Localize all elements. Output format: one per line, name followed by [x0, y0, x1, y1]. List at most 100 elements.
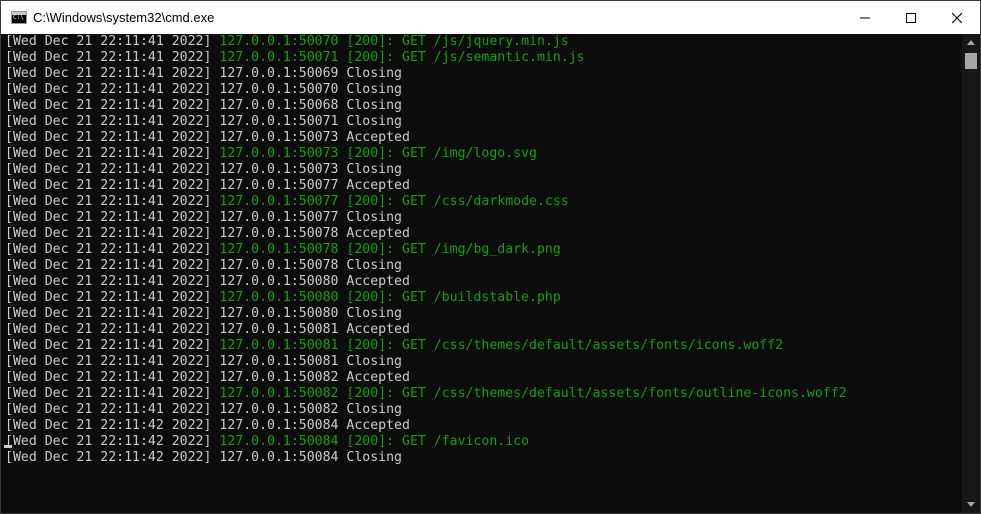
log-timestamp: [Wed Dec 21 22:11:41 2022]	[5, 82, 212, 97]
close-button[interactable]	[934, 1, 980, 34]
log-message: 127.0.0.1:50073 Accepted	[219, 130, 410, 145]
console-line: [Wed Dec 21 22:11:41 2022] 127.0.0.1:500…	[1, 386, 962, 402]
console-line: [Wed Dec 21 22:11:41 2022] 127.0.0.1:500…	[1, 34, 962, 50]
console-line: [Wed Dec 21 22:11:41 2022] 127.0.0.1:500…	[1, 114, 962, 130]
console-line: [Wed Dec 21 22:11:41 2022] 127.0.0.1:500…	[1, 274, 962, 290]
maximize-icon	[906, 12, 916, 23]
log-message: 127.0.0.1:50084 Closing	[219, 450, 403, 465]
window-title: C:\Windows\system32\cmd.exe	[33, 10, 215, 25]
console-line: [Wed Dec 21 22:11:41 2022] 127.0.0.1:500…	[1, 162, 962, 178]
log-timestamp: [Wed Dec 21 22:11:41 2022]	[5, 162, 212, 177]
log-message: 127.0.0.1:50070 Closing	[219, 82, 403, 97]
log-message: 127.0.0.1:50084 [200]: GET /favicon.ico	[219, 434, 530, 449]
log-timestamp: [Wed Dec 21 22:11:41 2022]	[5, 98, 212, 113]
minimize-icon	[860, 17, 870, 18]
scroll-up-arrow-icon	[967, 40, 975, 45]
log-message: 127.0.0.1:50073 Closing	[219, 162, 403, 177]
log-timestamp: [Wed Dec 21 22:11:41 2022]	[5, 306, 212, 321]
console-line: [Wed Dec 21 22:11:42 2022] 127.0.0.1:500…	[1, 450, 962, 466]
log-timestamp: [Wed Dec 21 22:11:41 2022]	[5, 210, 212, 225]
log-timestamp: [Wed Dec 21 22:11:41 2022]	[5, 130, 212, 145]
console-line: [Wed Dec 21 22:11:41 2022] 127.0.0.1:500…	[1, 322, 962, 338]
log-message: 127.0.0.1:50080 Closing	[219, 306, 403, 321]
console-line: [Wed Dec 21 22:11:41 2022] 127.0.0.1:500…	[1, 178, 962, 194]
log-timestamp: [Wed Dec 21 22:11:41 2022]	[5, 226, 212, 241]
log-timestamp: [Wed Dec 21 22:11:41 2022]	[5, 370, 212, 385]
log-timestamp: [Wed Dec 21 22:11:41 2022]	[5, 386, 212, 401]
log-message: 127.0.0.1:50077 Accepted	[219, 178, 410, 193]
log-message: 127.0.0.1:50081 [200]: GET /css/themes/d…	[219, 338, 784, 353]
console-line: [Wed Dec 21 22:11:41 2022] 127.0.0.1:500…	[1, 258, 962, 274]
log-timestamp: [Wed Dec 21 22:11:41 2022]	[5, 66, 212, 81]
log-timestamp: [Wed Dec 21 22:11:41 2022]	[5, 50, 212, 65]
title-bar[interactable]: C:\Windows\system32\cmd.exe	[1, 1, 980, 34]
log-message: 127.0.0.1:50081 Closing	[219, 354, 403, 369]
console-line: [Wed Dec 21 22:11:41 2022] 127.0.0.1:500…	[1, 226, 962, 242]
scroll-up-button[interactable]	[962, 34, 980, 51]
log-message: 127.0.0.1:50082 [200]: GET /css/themes/d…	[219, 386, 847, 401]
vertical-scrollbar[interactable]	[962, 34, 980, 513]
console-line: [Wed Dec 21 22:11:42 2022] 127.0.0.1:500…	[1, 434, 962, 450]
log-message: 127.0.0.1:50077 [200]: GET /css/darkmode…	[219, 194, 569, 209]
console-line: [Wed Dec 21 22:11:41 2022] 127.0.0.1:500…	[1, 242, 962, 258]
log-timestamp: [Wed Dec 21 22:11:41 2022]	[5, 34, 212, 49]
log-timestamp: [Wed Dec 21 22:11:41 2022]	[5, 402, 212, 417]
console-line: [Wed Dec 21 22:11:41 2022] 127.0.0.1:500…	[1, 338, 962, 354]
log-timestamp: [Wed Dec 21 22:11:41 2022]	[5, 146, 212, 161]
console-line: [Wed Dec 21 22:11:41 2022] 127.0.0.1:500…	[1, 82, 962, 98]
console-line: [Wed Dec 21 22:11:41 2022] 127.0.0.1:500…	[1, 210, 962, 226]
scroll-down-arrow-icon	[967, 502, 975, 507]
log-message: 127.0.0.1:50080 Accepted	[219, 274, 410, 289]
cmd-window: C:\Windows\system32\cmd.exe [Wed Dec 21 …	[0, 0, 981, 514]
scroll-down-button[interactable]	[962, 496, 980, 513]
log-message: 127.0.0.1:50078 Accepted	[219, 226, 410, 241]
console-line: [Wed Dec 21 22:11:41 2022] 127.0.0.1:500…	[1, 50, 962, 66]
log-timestamp: [Wed Dec 21 22:11:41 2022]	[5, 274, 212, 289]
log-timestamp: [Wed Dec 21 22:11:41 2022]	[5, 178, 212, 193]
log-timestamp: [Wed Dec 21 22:11:41 2022]	[5, 194, 212, 209]
scrollbar-thumb[interactable]	[965, 53, 977, 69]
console-line: [Wed Dec 21 22:11:41 2022] 127.0.0.1:500…	[1, 402, 962, 418]
log-timestamp: [Wed Dec 21 22:11:41 2022]	[5, 114, 212, 129]
console-line: [Wed Dec 21 22:11:42 2022] 127.0.0.1:500…	[1, 418, 962, 434]
window-controls	[842, 1, 980, 34]
minimize-button[interactable]	[842, 1, 888, 34]
log-message: 127.0.0.1:50068 Closing	[219, 98, 403, 113]
log-message: 127.0.0.1:50071 [200]: GET /js/semantic.…	[219, 50, 585, 65]
cmd-app-icon[interactable]	[11, 11, 27, 24]
log-timestamp: [Wed Dec 21 22:11:41 2022]	[5, 322, 212, 337]
console-line: [Wed Dec 21 22:11:41 2022] 127.0.0.1:500…	[1, 306, 962, 322]
text-cursor	[4, 445, 12, 448]
log-timestamp: [Wed Dec 21 22:11:42 2022]	[5, 434, 212, 449]
log-timestamp: [Wed Dec 21 22:11:42 2022]	[5, 450, 212, 465]
console-line: [Wed Dec 21 22:11:41 2022] 127.0.0.1:500…	[1, 98, 962, 114]
log-message: 127.0.0.1:50081 Accepted	[219, 322, 410, 337]
log-message: 127.0.0.1:50078 [200]: GET /img/bg_dark.…	[219, 242, 561, 257]
console-line: [Wed Dec 21 22:11:41 2022] 127.0.0.1:500…	[1, 130, 962, 146]
log-message: 127.0.0.1:50070 [200]: GET /js/jquery.mi…	[219, 34, 569, 49]
log-timestamp: [Wed Dec 21 22:11:42 2022]	[5, 418, 212, 433]
console-output[interactable]: [Wed Dec 21 22:11:41 2022] 127.0.0.1:500…	[1, 34, 962, 513]
log-message: 127.0.0.1:50077 Closing	[219, 210, 403, 225]
log-timestamp: [Wed Dec 21 22:11:41 2022]	[5, 290, 212, 305]
log-timestamp: [Wed Dec 21 22:11:41 2022]	[5, 338, 212, 353]
close-icon	[952, 12, 962, 23]
console-line: [Wed Dec 21 22:11:41 2022] 127.0.0.1:500…	[1, 290, 962, 306]
console-line: [Wed Dec 21 22:11:41 2022] 127.0.0.1:500…	[1, 194, 962, 210]
log-timestamp: [Wed Dec 21 22:11:41 2022]	[5, 258, 212, 273]
log-timestamp: [Wed Dec 21 22:11:41 2022]	[5, 242, 212, 257]
log-timestamp: [Wed Dec 21 22:11:41 2022]	[5, 354, 212, 369]
log-message: 127.0.0.1:50082 Closing	[219, 402, 403, 417]
log-message: 127.0.0.1:50073 [200]: GET /img/logo.svg	[219, 146, 537, 161]
console-line: [Wed Dec 21 22:11:41 2022] 127.0.0.1:500…	[1, 354, 962, 370]
log-message: 127.0.0.1:50080 [200]: GET /buildstable.…	[219, 290, 561, 305]
log-message: 127.0.0.1:50084 Accepted	[219, 418, 410, 433]
console-line: [Wed Dec 21 22:11:41 2022] 127.0.0.1:500…	[1, 66, 962, 82]
console-line: [Wed Dec 21 22:11:41 2022] 127.0.0.1:500…	[1, 370, 962, 386]
log-message: 127.0.0.1:50082 Accepted	[219, 370, 410, 385]
log-message: 127.0.0.1:50069 Closing	[219, 66, 403, 81]
console-line: [Wed Dec 21 22:11:41 2022] 127.0.0.1:500…	[1, 146, 962, 162]
log-message: 127.0.0.1:50078 Closing	[219, 258, 403, 273]
log-message: 127.0.0.1:50071 Closing	[219, 114, 403, 129]
maximize-button[interactable]	[888, 1, 934, 34]
